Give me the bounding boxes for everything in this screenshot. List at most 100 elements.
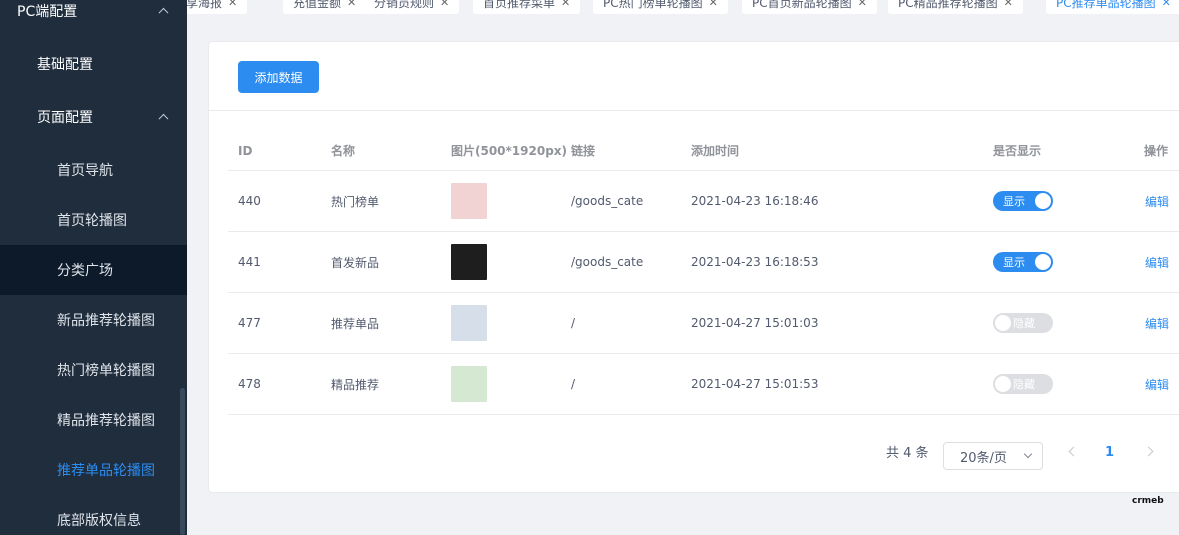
add-data-button[interactable]: 添加数据 bbox=[238, 61, 319, 93]
sidebar-item-home-nav[interactable]: 首页导航 bbox=[0, 145, 187, 195]
toggle-knob bbox=[1035, 193, 1051, 209]
sidebar-item-label: 推荐单品轮播图 bbox=[57, 463, 155, 479]
next-page-icon[interactable] bbox=[1143, 446, 1154, 457]
cell-action: 编辑 bbox=[1145, 293, 1169, 353]
sidebar-item-home-carousel[interactable]: 首页轮播图 bbox=[0, 195, 187, 245]
sidebar-item-label: 底部版权信息 bbox=[57, 513, 141, 529]
close-icon[interactable]: ✕ bbox=[709, 0, 718, 9]
sidebar-item-label: 分类广场 bbox=[57, 263, 113, 279]
toggle-label: 隐藏 bbox=[1013, 378, 1035, 391]
cell-action: 编辑 bbox=[1145, 171, 1169, 231]
col-time: 添加时间 bbox=[691, 144, 740, 158]
edit-link[interactable]: 编辑 bbox=[1145, 193, 1169, 210]
close-icon[interactable]: ✕ bbox=[228, 0, 237, 9]
tag-pc-hot[interactable]: PC热门榜单轮播图 ✕ bbox=[593, 0, 728, 14]
sidebar-item-label: 热门榜单轮播图 bbox=[57, 363, 155, 379]
menu-basic-config-label: 基础配置 bbox=[37, 57, 93, 73]
cell-action: 编辑 bbox=[1145, 232, 1169, 292]
cell-id: 440 bbox=[238, 194, 261, 208]
content-card: 添加数据 ID 名称 图片(500*1920px) 链接 添加时间 是否显示 操… bbox=[208, 41, 1179, 493]
tag-label: PC热门榜单轮播图 bbox=[603, 0, 703, 10]
table-row: 478 精品推荐 / 2021-04-27 15:01:53 隐藏 编辑 bbox=[228, 354, 1179, 415]
toggle-label: 显示 bbox=[1003, 256, 1025, 269]
tag-label: 首页推荐菜单 bbox=[483, 0, 556, 10]
cell-time: 2021-04-27 15:01:03 bbox=[691, 316, 819, 330]
close-icon[interactable]: ✕ bbox=[858, 0, 867, 9]
show-toggle[interactable]: 显示 bbox=[993, 252, 1053, 272]
tag-label: PC推荐单品轮播图 bbox=[1056, 0, 1156, 10]
close-icon[interactable]: ✕ bbox=[1162, 0, 1171, 9]
tag-recharge[interactable]: 充值金额 ✕ bbox=[283, 0, 367, 14]
edit-link[interactable]: 编辑 bbox=[1145, 376, 1169, 393]
sidebar-item-boutique-carousel[interactable]: 精品推荐轮播图 bbox=[0, 395, 187, 445]
cell-time: 2021-04-27 15:01:53 bbox=[691, 377, 819, 391]
sidebar-item-label: 首页轮播图 bbox=[57, 213, 127, 229]
cell-id: 478 bbox=[238, 377, 261, 391]
sidebar-item-copyright[interactable]: 底部版权信息 bbox=[0, 495, 187, 535]
table-row: 441 首发新品 /goods_cate 2021-04-23 16:18:53… bbox=[228, 232, 1179, 293]
thumbnail-image[interactable] bbox=[451, 244, 487, 280]
tag-home-menu[interactable]: 首页推荐菜单 ✕ bbox=[473, 0, 581, 14]
sidebar-scrollbar[interactable] bbox=[180, 388, 185, 535]
show-toggle[interactable]: 隐藏 bbox=[993, 374, 1053, 394]
tags-bar: 分享海报 ✕ 充值金额 ✕ 分销员规则 ✕ 首页推荐菜单 ✕ PC热门榜单轮播图 ✕ PC… bbox=[187, 0, 1179, 22]
prev-page-icon[interactable] bbox=[1068, 446, 1079, 457]
tag-label: 充值金额 bbox=[293, 0, 342, 10]
col-link: 链接 bbox=[571, 144, 596, 158]
close-icon[interactable]: ✕ bbox=[440, 0, 449, 9]
thumbnail-image[interactable] bbox=[451, 183, 487, 219]
cell-name: 精品推荐 bbox=[331, 377, 380, 392]
cell-id: 477 bbox=[238, 316, 261, 330]
tag-label: 分销员规则 bbox=[374, 0, 435, 10]
sidebar-item-recommend-carousel[interactable]: 推荐单品轮播图 bbox=[0, 445, 187, 495]
sidebar-item-label: 首页导航 bbox=[57, 163, 113, 179]
col-id: ID bbox=[238, 143, 253, 158]
col-show: 是否显示 bbox=[993, 144, 1042, 158]
tag-pc-new[interactable]: PC首页新品轮播图 ✕ bbox=[742, 0, 877, 14]
tag-distributor-rules[interactable]: 分销员规则 ✕ bbox=[364, 0, 460, 14]
cell-image bbox=[451, 171, 487, 231]
close-icon[interactable]: ✕ bbox=[1004, 0, 1013, 9]
menu-basic-config[interactable]: 基础配置 bbox=[0, 39, 187, 89]
show-toggle[interactable]: 显示 bbox=[993, 191, 1053, 211]
close-icon[interactable]: ✕ bbox=[347, 0, 356, 9]
cell-link: /goods_cate bbox=[571, 255, 644, 269]
edit-link[interactable]: 编辑 bbox=[1145, 315, 1169, 332]
tag-share-poster[interactable]: 分享海报 ✕ bbox=[187, 0, 248, 14]
sidebar-item-label: 新品推荐轮播图 bbox=[57, 313, 155, 329]
page-number-current[interactable]: 1 bbox=[1105, 445, 1114, 460]
cell-show: 显示 bbox=[993, 232, 1053, 292]
cell-name: 热门榜单 bbox=[331, 194, 380, 209]
card-header: 添加数据 bbox=[209, 42, 1179, 111]
tag-pc-boutique[interactable]: PC精品推荐轮播图 ✕ bbox=[888, 0, 1023, 14]
thumbnail-image[interactable] bbox=[451, 366, 487, 402]
tag-label: PC精品推荐轮播图 bbox=[898, 0, 998, 10]
close-icon[interactable]: ✕ bbox=[561, 0, 570, 9]
cell-time: 2021-04-23 16:18:53 bbox=[691, 255, 819, 269]
tag-pc-recommend[interactable]: PC推荐单品轮播图 ✕ bbox=[1046, 0, 1179, 14]
sidebar-item-category-square[interactable]: 分类广场 bbox=[0, 245, 187, 295]
cell-show: 显示 bbox=[993, 171, 1053, 231]
menu-pc-config[interactable]: PC端配置 bbox=[0, 0, 187, 36]
col-image: 图片(500*1920px) bbox=[451, 144, 568, 158]
cell-image bbox=[451, 293, 487, 353]
cell-show: 隐藏 bbox=[993, 293, 1053, 353]
page-size-select[interactable]: 20条/页 bbox=[943, 442, 1043, 470]
col-action: 操作 bbox=[1144, 144, 1169, 158]
cell-link: / bbox=[571, 316, 576, 330]
table-row: 477 推荐单品 / 2021-04-27 15:01:03 隐藏 编辑 bbox=[228, 293, 1179, 354]
cell-image bbox=[451, 354, 487, 414]
sidebar-item-hot-carousel[interactable]: 热门榜单轮播图 bbox=[0, 345, 187, 395]
pagination-total: 共 4 条 bbox=[886, 446, 929, 461]
sidebar-item-label: 精品推荐轮播图 bbox=[57, 413, 155, 429]
show-toggle[interactable]: 隐藏 bbox=[993, 313, 1053, 333]
toggle-knob bbox=[1035, 254, 1051, 270]
edit-link[interactable]: 编辑 bbox=[1145, 254, 1169, 271]
tag-label: PC首页新品轮播图 bbox=[752, 0, 852, 10]
cell-id: 441 bbox=[238, 255, 261, 269]
thumbnail-image[interactable] bbox=[451, 305, 487, 341]
menu-page-config[interactable]: 页面配置 bbox=[0, 92, 187, 142]
sidebar-item-new-carousel[interactable]: 新品推荐轮播图 bbox=[0, 295, 187, 345]
cell-name: 推荐单品 bbox=[331, 316, 380, 331]
tag-label: 分享海报 bbox=[187, 0, 223, 10]
